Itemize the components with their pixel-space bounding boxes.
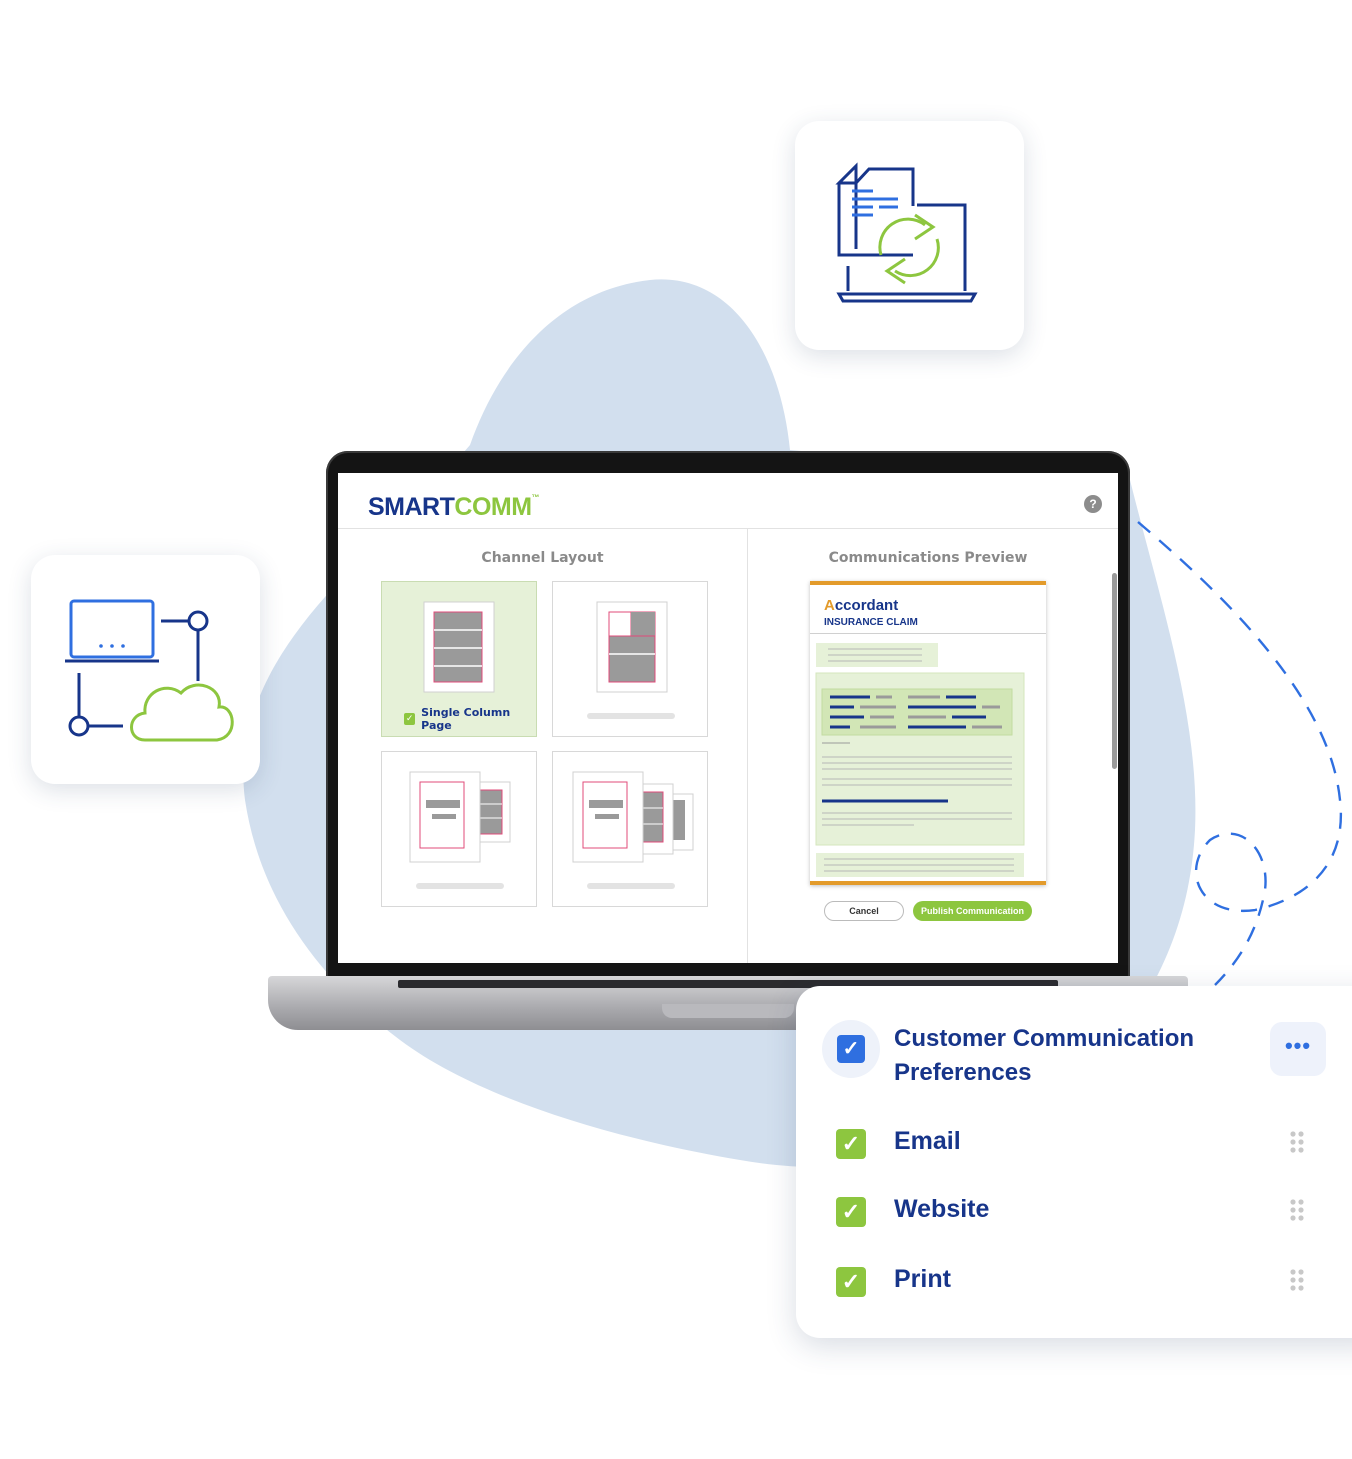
preference-row-email[interactable]: ✓ Email [836,1122,1316,1162]
smartcomm-logo: SMARTCOMM™ [368,493,540,521]
preference-row-print[interactable]: ✓ Print [836,1260,1316,1300]
preference-label: Print [894,1265,951,1293]
app-screen: SMARTCOMM™ ? Channel Layout Communicatio… [338,473,1118,963]
selected-layout-label: ✓ Single Column Page [404,706,536,732]
document-subtitle: INSURANCE CLAIM [824,617,918,628]
preference-label: Email [894,1127,961,1155]
help-icon[interactable]: ? [1084,495,1102,513]
more-options-button[interactable]: ••• [1270,1022,1326,1076]
laptop-cloud-card [31,555,260,784]
layout-multi-section[interactable] [552,751,708,907]
layout-label-placeholder [416,883,504,889]
preferences-card: ✓ Customer Communication Preferences •••… [796,986,1352,1338]
document-preview: Accordant INSURANCE CLAIM [810,581,1046,885]
layout-two-column[interactable] [552,581,708,737]
preference-row-website[interactable]: ✓ Website [836,1190,1316,1230]
check-icon: ✓ [404,713,416,725]
website-checkbox[interactable]: ✓ [836,1197,866,1227]
drag-handle-icon[interactable] [1289,1130,1305,1156]
drag-handle-icon[interactable] [1289,1268,1305,1294]
layout-multi-page[interactable] [381,751,537,907]
document-body-placeholder [815,643,1025,877]
laptop-notch [662,1004,794,1018]
preferences-title: Customer Communication Preferences [894,1025,1195,1086]
print-checkbox[interactable]: ✓ [836,1267,866,1297]
communications-preview-title: Communications Preview [828,550,1028,566]
document-header-rule [810,633,1046,634]
channel-layout-title: Channel Layout [481,550,604,566]
drag-handle-icon[interactable] [1289,1198,1305,1224]
selected-layout-text: Single Column Page [421,706,511,732]
layout-label-placeholder [587,883,675,889]
document-sync-laptop-icon [835,162,978,303]
preferences-master-checkbox[interactable]: ✓ [822,1020,880,1078]
layout-label-placeholder [587,713,675,719]
check-icon: ✓ [837,1035,865,1063]
email-checkbox[interactable]: ✓ [836,1129,866,1159]
laptop-cloud-network-icon [65,599,234,742]
app-header: SMARTCOMM™ ? [338,473,1118,529]
document-sync-card [795,121,1024,350]
cancel-button[interactable]: Cancel [824,901,904,921]
publish-communication-button[interactable]: Publish Communication [913,901,1032,921]
layout-single-column[interactable]: ✓ Single Column Page [381,581,537,737]
preview-scrollbar[interactable] [1112,573,1117,769]
preference-label: Website [894,1195,990,1223]
pane-divider [747,529,748,963]
accordant-logo: Accordant [824,597,899,614]
